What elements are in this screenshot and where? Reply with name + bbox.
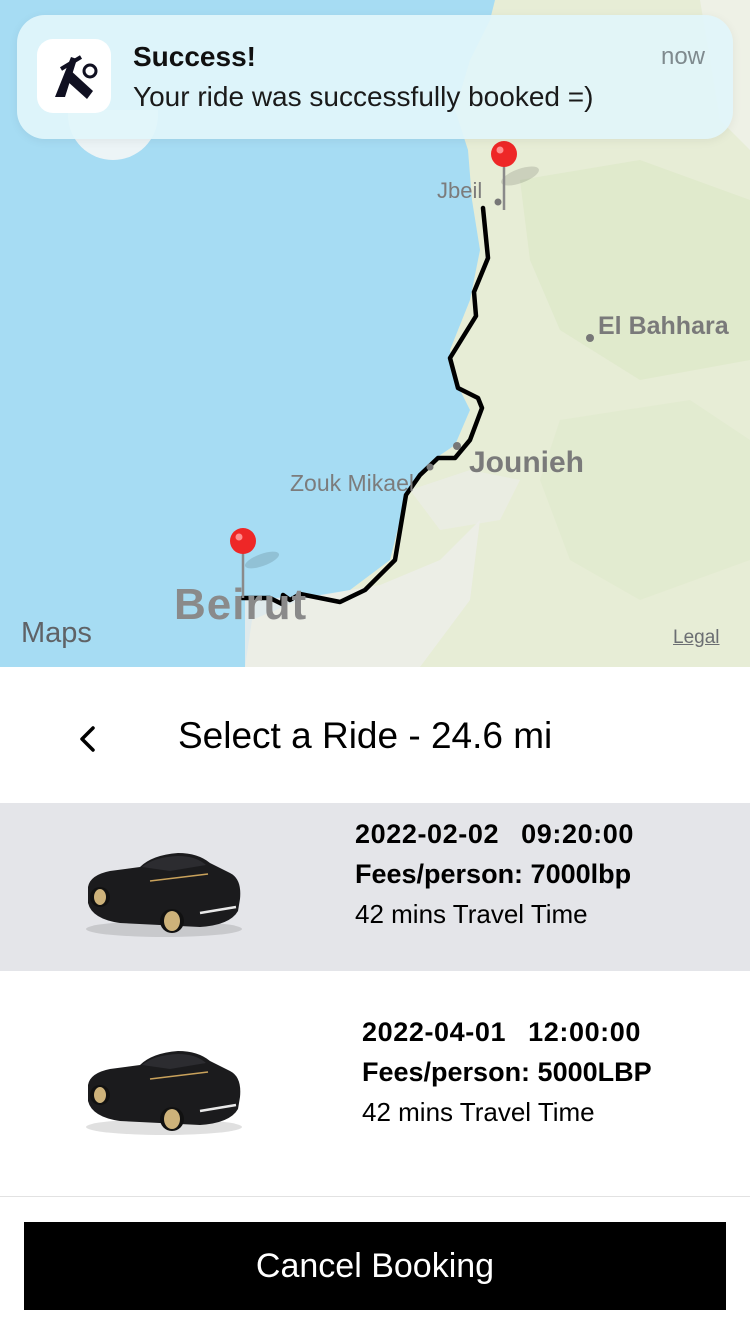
page-title: Select a Ride - 24.6 mi	[178, 715, 553, 756]
legal-link[interactable]: Legal	[673, 627, 720, 649]
ride-details: 2022-02-02 09:20:00 Fees/person: 7000lbp …	[355, 819, 634, 937]
cancel-booking-button[interactable]: Cancel Booking	[24, 1222, 726, 1310]
ride-fees: Fees/person: 5000LBP	[362, 1057, 652, 1087]
chevron-left-icon	[80, 726, 95, 752]
ride-datetime: 2022-04-01 12:00:00	[362, 1017, 652, 1057]
success-notification[interactable]: Success! Your ride was successfully book…	[17, 15, 733, 139]
city-label-jounieh: Jounieh	[469, 446, 585, 479]
notification-title: Success!	[133, 41, 256, 72]
ride-fees: Fees/person: 7000lbp	[355, 859, 632, 889]
ride-date: 2022-04-01	[362, 1017, 507, 1047]
back-button[interactable]	[70, 717, 106, 761]
city-label-jbeil: Jbeil	[437, 178, 483, 203]
ride-details: 2022-04-01 12:00:00 Fees/person: 5000LBP …	[362, 1017, 652, 1135]
car-icon	[86, 1051, 242, 1135]
ride-time: 09:20:00	[521, 819, 635, 849]
city-label-zouk-mikael: Zouk Mikael	[290, 470, 414, 496]
ride-travel-time: 42 mins Travel Time	[362, 1097, 595, 1127]
ride-option-2[interactable]: 2022-04-01 12:00:00 Fees/person: 5000LBP …	[0, 971, 750, 1197]
city-label-el-bahhara: El Bahhara	[598, 312, 729, 340]
ride-selection-header: Select a Ride - 24.6 mi	[0, 667, 750, 803]
city-label-beirut: Beirut	[174, 580, 308, 629]
ride-datetime: 2022-02-02 09:20:00	[355, 819, 634, 859]
ride-date: 2022-02-02	[355, 819, 500, 849]
car-icon	[86, 853, 242, 937]
apple-maps-logo: Maps	[20, 617, 92, 650]
maps-brand-label: Maps	[21, 617, 92, 649]
ride-option-1[interactable]: 2022-02-02 09:20:00 Fees/person: 7000lbp …	[0, 803, 750, 971]
app-logo-icon	[37, 39, 111, 113]
notification-time: now	[660, 43, 705, 70]
ride-travel-time: 42 mins Travel Time	[355, 899, 588, 929]
ride-time: 12:00:00	[528, 1017, 642, 1047]
notification-message: Your ride was successfully booked =)	[133, 81, 594, 112]
